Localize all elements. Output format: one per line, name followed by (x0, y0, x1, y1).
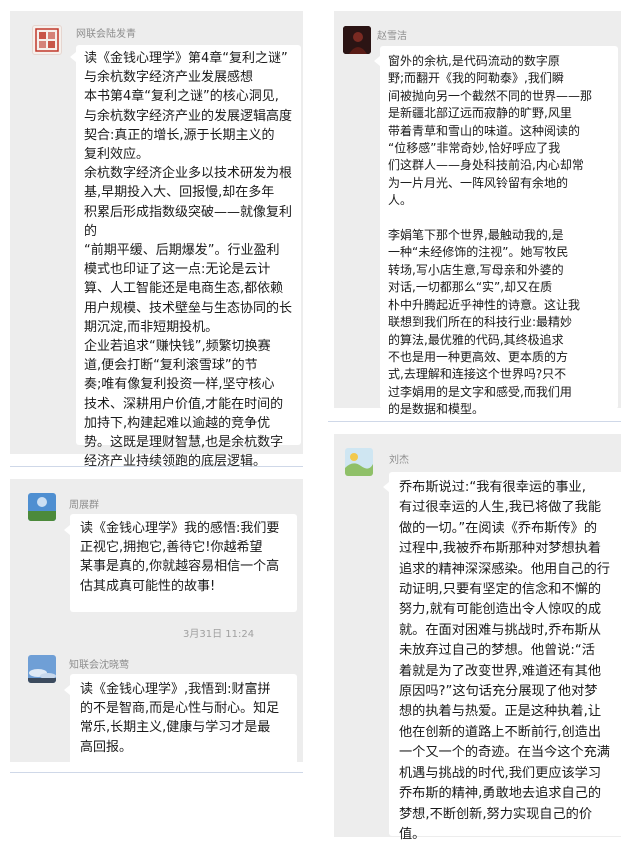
message-timestamp: 3月31日 11:24 (183, 629, 255, 640)
message-bubble[interactable]: 乔布斯说过:“我有很幸运的事业, 有过很幸运的人生,我已将做了我能 做的一切。”… (389, 472, 626, 842)
panel-divider (10, 772, 303, 773)
dark-portrait-avatar-icon[interactable] (343, 26, 371, 54)
red-seal-avatar-icon[interactable] (32, 25, 62, 55)
sky-cloud-avatar-icon[interactable] (28, 655, 56, 683)
sky-landscape-avatar-icon[interactable] (28, 493, 56, 521)
message-bubble[interactable]: 读《金钱心理学》,我悟到:财富拼 的不是智商,而是心性与耐心。知足 常乐,长期主… (70, 674, 297, 765)
sender-name: 知联会沈晓莺 (69, 660, 129, 671)
sender-name: 赵雪洁 (377, 31, 407, 42)
sender-name: 周展群 (69, 500, 99, 511)
sender-name: 网联会陆发青 (76, 29, 136, 40)
message-bubble[interactable]: 窗外的余杭,是代码流动的数字原 野;而翻开《我的阿勒泰》,我们瞬 间被抛向另一个… (380, 46, 618, 416)
panel-divider (328, 421, 621, 422)
cartoon-landscape-avatar-icon[interactable] (345, 448, 373, 476)
message-bubble[interactable]: 读《金钱心理学》第4章“复利之谜” 与余杭数字经济产业发展感想 本书第4章“复利… (76, 45, 301, 469)
sender-name: 刘杰 (389, 455, 409, 466)
message-bubble[interactable]: 读《金钱心理学》我的感悟:我们要 正视它,拥抱它,善待它!你越希望 某事是真的,… (70, 514, 297, 612)
